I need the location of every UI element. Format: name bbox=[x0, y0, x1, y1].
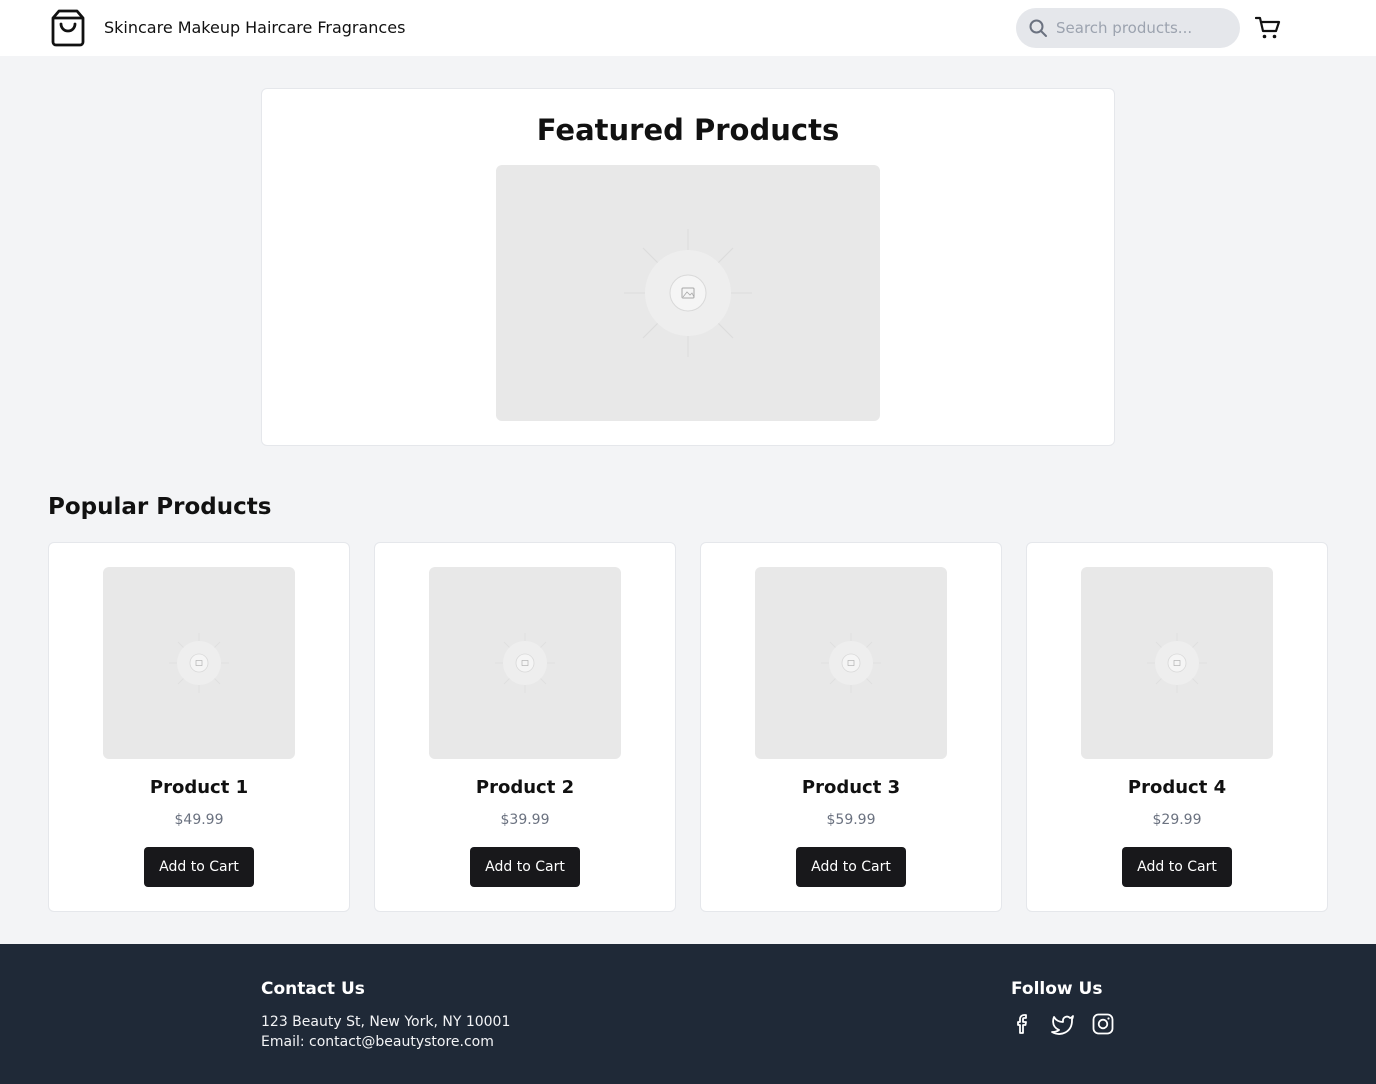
search-input[interactable] bbox=[1056, 8, 1234, 48]
product-card: Product 3 $59.99 Add to Cart bbox=[700, 542, 1002, 912]
image-placeholder-icon bbox=[169, 633, 229, 693]
image-placeholder-icon bbox=[624, 229, 752, 357]
product-image[interactable] bbox=[103, 567, 295, 759]
popular-title: Popular Products bbox=[48, 494, 272, 520]
contact-email[interactable]: Email: contact@beautystore.com bbox=[261, 1034, 494, 1050]
nav-skincare[interactable]: Skincare bbox=[104, 18, 173, 37]
product-image[interactable] bbox=[755, 567, 947, 759]
site-footer: Contact Us 123 Beauty St, New York, NY 1… bbox=[0, 944, 1376, 1084]
add-to-cart-button[interactable]: Add to Cart bbox=[1122, 847, 1232, 887]
add-to-cart-button[interactable]: Add to Cart bbox=[796, 847, 906, 887]
product-image[interactable] bbox=[429, 567, 621, 759]
nav-fragrances[interactable]: Fragrances bbox=[317, 18, 405, 37]
product-card: Product 4 $29.99 Add to Cart bbox=[1026, 542, 1328, 912]
nav-makeup[interactable]: Makeup bbox=[178, 18, 240, 37]
product-image[interactable] bbox=[1081, 567, 1273, 759]
image-placeholder-icon bbox=[1147, 633, 1207, 693]
contact-address: 123 Beauty St, New York, NY 10001 bbox=[261, 1014, 511, 1030]
featured-title: Featured Products bbox=[536, 113, 840, 147]
product-name: Product 4 bbox=[1127, 777, 1227, 798]
featured-section: Featured Products bbox=[261, 88, 1115, 446]
follow-title: Follow Us bbox=[1011, 979, 1103, 999]
twitter-icon[interactable] bbox=[1051, 1012, 1075, 1036]
site-header: Skincare Makeup Haircare Fragrances bbox=[0, 0, 1376, 56]
featured-image[interactable] bbox=[496, 165, 880, 421]
main-nav: Skincare Makeup Haircare Fragrances bbox=[104, 18, 405, 37]
product-name: Product 1 bbox=[149, 777, 249, 798]
search-icon bbox=[1029, 19, 1047, 37]
product-card: Product 2 $39.99 Add to Cart bbox=[374, 542, 676, 912]
add-to-cart-button[interactable]: Add to Cart bbox=[470, 847, 580, 887]
image-placeholder-icon bbox=[495, 633, 555, 693]
product-price: $39.99 bbox=[500, 812, 550, 828]
product-name: Product 2 bbox=[475, 777, 575, 798]
product-price: $49.99 bbox=[174, 812, 224, 828]
product-card: Product 1 $49.99 Add to Cart bbox=[48, 542, 350, 912]
shopping-cart-icon[interactable] bbox=[1255, 16, 1281, 40]
product-name: Product 3 bbox=[801, 777, 901, 798]
contact-title: Contact Us bbox=[261, 979, 365, 999]
search-bar bbox=[1016, 8, 1240, 48]
product-price: $59.99 bbox=[826, 812, 876, 828]
shopping-bag-icon[interactable] bbox=[50, 9, 86, 47]
add-to-cart-button[interactable]: Add to Cart bbox=[144, 847, 254, 887]
instagram-icon[interactable] bbox=[1091, 1012, 1115, 1036]
facebook-icon[interactable] bbox=[1011, 1012, 1035, 1036]
nav-haircare[interactable]: Haircare bbox=[245, 18, 312, 37]
product-price: $29.99 bbox=[1152, 812, 1202, 828]
image-placeholder-icon bbox=[821, 633, 881, 693]
